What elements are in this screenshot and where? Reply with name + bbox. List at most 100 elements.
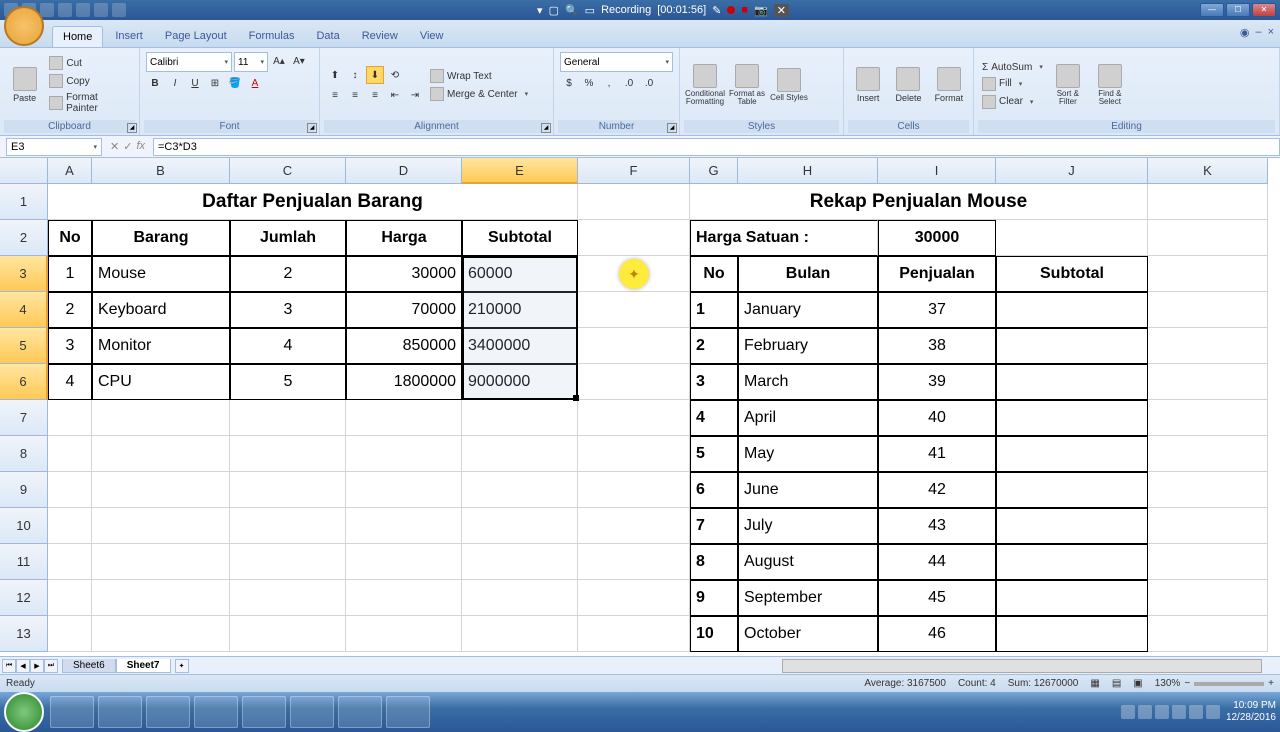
fx-icon[interactable]: fx (136, 140, 145, 153)
cell-F7[interactable] (578, 400, 690, 436)
underline-button[interactable]: U (186, 74, 204, 92)
col-header-H[interactable]: H (738, 158, 878, 184)
font-name-combo[interactable]: Calibri▾ (146, 52, 232, 72)
view-break-icon[interactable]: ▣ (1133, 678, 1142, 689)
enter-formula-icon[interactable]: ✓ (123, 140, 132, 153)
qat-new-icon[interactable] (58, 3, 72, 17)
fill-color-button[interactable]: 🪣 (226, 74, 244, 92)
font-size-combo[interactable]: 11▾ (234, 52, 268, 72)
cell-K8[interactable] (1148, 436, 1268, 472)
cell-A4[interactable]: 2 (48, 292, 92, 328)
cell-J11[interactable] (996, 544, 1148, 580)
cell-D7[interactable] (346, 400, 462, 436)
cell-I12[interactable]: 45 (878, 580, 996, 616)
dialog-launcher-icon[interactable]: ◢ (127, 123, 137, 133)
cell-F10[interactable] (578, 508, 690, 544)
taskbar-editor-icon[interactable] (338, 696, 382, 728)
cell-F8[interactable] (578, 436, 690, 472)
col-header-D[interactable]: D (346, 158, 462, 184)
cell-H3[interactable]: Bulan (738, 256, 878, 292)
qat-redo-icon[interactable] (40, 3, 54, 17)
number-format-combo[interactable]: General▾ (560, 52, 673, 72)
cell-G1[interactable]: Rekap Penjualan Mouse (690, 184, 1148, 220)
comma-button[interactable]: , (600, 74, 618, 92)
cell-J3[interactable]: Subtotal (996, 256, 1148, 292)
tray-volume-icon[interactable] (1172, 705, 1186, 719)
col-header-G[interactable]: G (690, 158, 738, 184)
cell-G4[interactable]: 1 (690, 292, 738, 328)
increase-font-button[interactable]: A▴ (270, 52, 288, 70)
cell-D8[interactable] (346, 436, 462, 472)
clock[interactable]: 10:09 PM 12/28/2016 (1226, 700, 1276, 724)
formula-input[interactable]: =C3*D3 (153, 138, 1280, 156)
tab-review[interactable]: Review (352, 26, 408, 47)
delete-cells-button[interactable]: Delete (890, 56, 926, 114)
cell-B9[interactable] (92, 472, 230, 508)
cell-G7[interactable]: 4 (690, 400, 738, 436)
help-icon[interactable]: ◉ (1240, 26, 1250, 39)
zoom-out-button[interactable]: − (1184, 678, 1190, 689)
cell-K1[interactable] (1148, 184, 1268, 220)
row-header-11[interactable]: 11 (0, 544, 48, 580)
cell-J4[interactable] (996, 292, 1148, 328)
rec-zoom-icon[interactable]: 🔍 (565, 4, 579, 17)
cell-H6[interactable]: March (738, 364, 878, 400)
start-button[interactable] (4, 692, 44, 732)
cell-I4[interactable]: 37 (878, 292, 996, 328)
rec-pencil-icon[interactable]: ✎ (712, 4, 721, 17)
tab-formulas[interactable]: Formulas (239, 26, 305, 47)
cell-G12[interactable]: 9 (690, 580, 738, 616)
cell-C8[interactable] (230, 436, 346, 472)
cell-I9[interactable]: 42 (878, 472, 996, 508)
row-header-13[interactable]: 13 (0, 616, 48, 652)
rec-pause-icon[interactable]: ■ (741, 4, 748, 16)
taskbar-ie-icon[interactable] (50, 696, 94, 728)
cell-styles-button[interactable]: Cell Styles (770, 56, 808, 114)
name-box[interactable]: E3▾ (6, 138, 102, 156)
cell-G5[interactable]: 2 (690, 328, 738, 364)
cell-C6[interactable]: 5 (230, 364, 346, 400)
align-left-button[interactable]: ≡ (326, 86, 344, 104)
format-as-table-button[interactable]: Format as Table (728, 56, 766, 114)
bold-button[interactable]: B (146, 74, 164, 92)
cell-K5[interactable] (1148, 328, 1268, 364)
cell-A7[interactable] (48, 400, 92, 436)
tab-view[interactable]: View (410, 26, 454, 47)
cell-I8[interactable]: 41 (878, 436, 996, 472)
cell-H9[interactable]: June (738, 472, 878, 508)
cell-C3[interactable]: 2 (230, 256, 346, 292)
row-header-8[interactable]: 8 (0, 436, 48, 472)
cell-K3[interactable] (1148, 256, 1268, 292)
cell-C2[interactable]: Jumlah (230, 220, 346, 256)
ribbon-close-icon[interactable]: × (1268, 26, 1274, 39)
cell-D2[interactable]: Harga (346, 220, 462, 256)
view-normal-icon[interactable]: ▦ (1090, 678, 1099, 689)
taskbar-calendar-icon[interactable] (386, 696, 430, 728)
cell-G10[interactable]: 7 (690, 508, 738, 544)
cell-D13[interactable] (346, 616, 462, 652)
row-header-6[interactable]: 6 (0, 364, 48, 400)
cell-E13[interactable] (462, 616, 578, 652)
cell-K10[interactable] (1148, 508, 1268, 544)
select-all-corner[interactable] (0, 158, 48, 184)
cell-B8[interactable] (92, 436, 230, 472)
cell-G6[interactable]: 3 (690, 364, 738, 400)
cell-B2[interactable]: Barang (92, 220, 230, 256)
rec-camera-icon[interactable]: 📷 (754, 4, 768, 17)
cell-D6[interactable]: 1800000 (346, 364, 462, 400)
row-header-5[interactable]: 5 (0, 328, 48, 364)
increase-decimal-button[interactable]: .0 (620, 74, 638, 92)
cell-F5[interactable] (578, 328, 690, 364)
col-header-J[interactable]: J (996, 158, 1148, 184)
qat-open-icon[interactable] (76, 3, 90, 17)
orientation-button[interactable]: ⟲ (386, 66, 404, 84)
office-button[interactable] (4, 6, 44, 46)
currency-button[interactable]: $ (560, 74, 578, 92)
cell-F6[interactable] (578, 364, 690, 400)
decrease-font-button[interactable]: A▾ (290, 52, 308, 70)
cell-J13[interactable] (996, 616, 1148, 652)
close-button[interactable]: ✕ (1252, 3, 1276, 17)
cell-C11[interactable] (230, 544, 346, 580)
sheet-nav-first[interactable]: ⏮ (2, 659, 16, 673)
row-header-9[interactable]: 9 (0, 472, 48, 508)
